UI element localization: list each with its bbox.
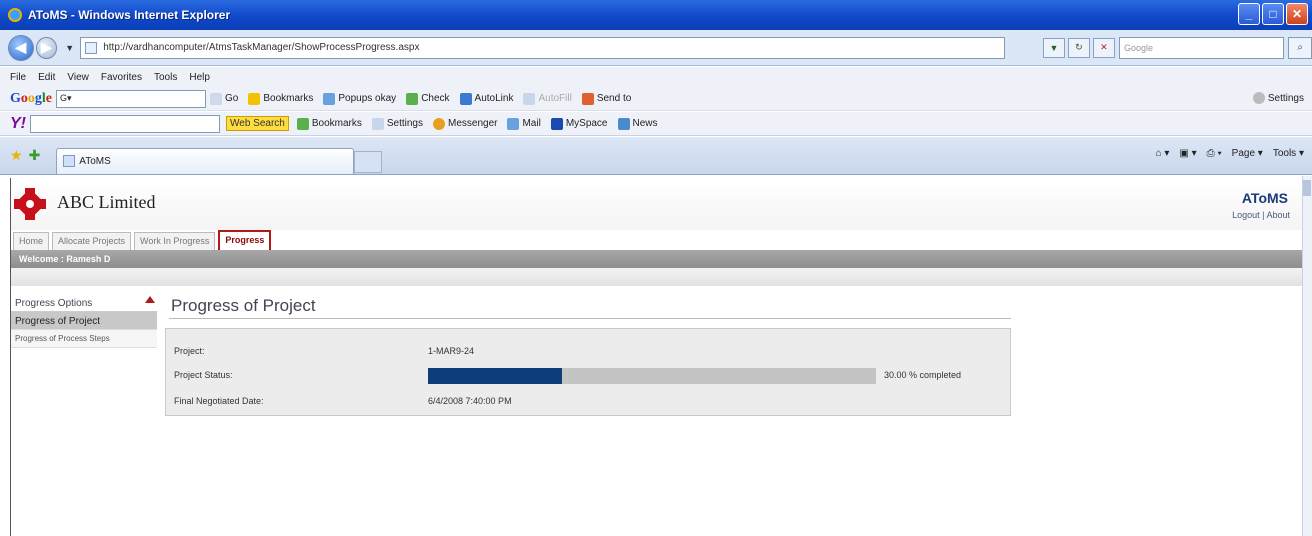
project-label: Project: — [174, 346, 205, 356]
menu-help[interactable]: Help — [189, 72, 210, 83]
google-logo: Google — [10, 90, 52, 106]
address-bar: ◀ ▶ ▼ http://vardhancomputer/AtmsTaskMan… — [0, 30, 1312, 66]
project-row: Project: 1-MAR9-24 — [166, 339, 1012, 363]
menu-tools[interactable]: Tools — [154, 72, 177, 83]
ie-icon — [8, 8, 22, 22]
yahoo-mail-button[interactable]: Mail — [507, 117, 541, 130]
window-controls: _ □ ✕ — [1238, 3, 1308, 25]
stop-icon[interactable]: ✕ — [1092, 37, 1115, 58]
dropdown-icon[interactable]: ▼ — [1042, 37, 1065, 58]
google-autolink-button[interactable]: AutoLink — [459, 92, 513, 105]
yahoo-messenger-button[interactable]: Messenger — [433, 117, 497, 130]
page-content: ABC Limited AToMS Logout | About Home Al… — [10, 178, 1304, 536]
yahoo-search-input[interactable] — [30, 114, 220, 133]
tools-menu[interactable]: Tools ▾ — [1273, 148, 1304, 159]
google-search-input[interactable]: G▾ — [56, 89, 206, 108]
print-icon[interactable]: ⎙ ▾ — [1207, 148, 1222, 159]
progress-fill — [428, 368, 563, 384]
side-menu-header[interactable]: Progress Options — [11, 294, 157, 312]
google-send-to-button[interactable]: Send to — [581, 92, 631, 105]
tab-home[interactable]: Home — [13, 232, 50, 250]
welcome-bar: Welcome : Ramesh D — [11, 250, 1304, 268]
project-value: 1-MAR9-24 — [428, 346, 475, 356]
google-toolbar: Google G▾ Go Bookmarks Popups okay Check… — [0, 87, 1312, 111]
scrollbar-thumb[interactable] — [1303, 180, 1311, 196]
company-logo-icon — [14, 188, 46, 220]
yahoo-logo: Y! — [10, 114, 26, 132]
title-divider — [169, 318, 1011, 319]
feeds-icon[interactable]: ▣ ▾ — [1179, 148, 1196, 159]
date-value: 6/4/2008 7:40:00 PM — [428, 396, 512, 406]
browser-tab-bar: ★ ✚ AToMS — [0, 137, 1312, 175]
add-favorite-icon[interactable]: ✚ — [29, 147, 41, 164]
tab-page-icon — [63, 155, 76, 167]
page-title: Progress of Project — [171, 296, 316, 315]
favorites-star-icon[interactable]: ★ — [10, 147, 23, 164]
google-popups-button[interactable]: Popups okay — [323, 92, 396, 105]
yahoo-bookmarks-button[interactable]: Bookmarks — [296, 117, 362, 130]
search-input[interactable]: Google — [1118, 36, 1285, 59]
app-tabs: Home Allocate Projects Work In Progress … — [11, 230, 272, 250]
tab-allocate-projects[interactable]: Allocate Projects — [52, 232, 132, 250]
header-links: Logout | About — [1232, 210, 1290, 220]
menu-bar: File Edit View Favorites Tools Help — [0, 67, 1312, 87]
yahoo-toolbar: Y! Web Search Bookmarks Settings Messeng… — [0, 112, 1312, 136]
status-row: Project Status: 30.00 % completed — [166, 363, 1012, 387]
menu-file[interactable]: File — [10, 72, 26, 83]
google-bookmarks-button[interactable]: Bookmarks — [248, 92, 313, 105]
forward-button[interactable]: ▶ — [35, 36, 58, 59]
google-autofill-button[interactable]: AutoFill — [523, 92, 572, 105]
menu-view[interactable]: View — [67, 72, 89, 83]
date-label: Final Negotiated Date: — [174, 396, 264, 406]
side-menu: Progress Options Progress of Project Pro… — [11, 294, 157, 348]
yahoo-settings-button[interactable]: Settings — [371, 117, 423, 130]
progress-text: 30.00 % completed — [884, 370, 962, 380]
refresh-icon[interactable]: ↻ — [1067, 37, 1090, 58]
status-label: Project Status: — [174, 370, 233, 380]
app-name: AToMS — [1241, 190, 1288, 206]
page-menu[interactable]: Page ▾ — [1232, 148, 1263, 159]
project-details-panel: Project: 1-MAR9-24 Project Status: 30.00… — [165, 328, 1011, 416]
command-bar: ⌂ ▾ ▣ ▾ ⎙ ▾ Page ▾ Tools ▾ — [1156, 148, 1304, 159]
side-item-progress-of-project[interactable]: Progress of Project — [11, 312, 157, 330]
date-row: Final Negotiated Date: 6/4/2008 7:40:00 … — [166, 389, 1012, 413]
history-dropdown-icon[interactable]: ▼ — [65, 43, 74, 53]
close-button[interactable]: ✕ — [1286, 3, 1308, 25]
sub-band — [11, 268, 1304, 286]
window-titlebar: AToMS - Windows Internet Explorer _ □ ✕ — [0, 0, 1312, 30]
tab-progress[interactable]: Progress — [218, 230, 272, 250]
google-check-button[interactable]: Check — [406, 92, 450, 105]
yahoo-news-button[interactable]: News — [617, 117, 658, 130]
app-header: ABC Limited AToMS Logout | About — [11, 178, 1304, 230]
google-settings-button[interactable]: Settings — [1252, 92, 1304, 104]
progress-bar — [428, 368, 876, 384]
address-tools: ▼ ↻ ✕ — [1042, 37, 1115, 58]
logout-link[interactable]: Logout — [1232, 210, 1260, 220]
window-title: AToMS - Windows Internet Explorer — [28, 8, 231, 22]
vertical-scrollbar[interactable] — [1302, 176, 1312, 536]
back-button[interactable]: ◀ — [8, 34, 34, 61]
yahoo-myspace-button[interactable]: MySpace — [550, 117, 608, 130]
side-item-progress-of-process-steps[interactable]: Progress of Process Steps — [11, 330, 157, 348]
tab-work-in-progress[interactable]: Work In Progress — [134, 232, 216, 250]
menu-edit[interactable]: Edit — [38, 72, 55, 83]
search-icon[interactable]: ⌕ — [1288, 36, 1312, 59]
yahoo-web-search-button[interactable]: Web Search — [226, 116, 289, 131]
minimize-button[interactable]: _ — [1238, 3, 1260, 25]
company-name: ABC Limited — [57, 192, 156, 212]
maximize-button[interactable]: □ — [1262, 3, 1284, 25]
browser-tab-atoms[interactable]: AToMS — [56, 147, 355, 174]
home-icon[interactable]: ⌂ ▾ — [1156, 148, 1170, 159]
about-link[interactable]: About — [1266, 210, 1290, 220]
new-tab-button[interactable] — [354, 150, 383, 173]
menu-favorites[interactable]: Favorites — [101, 72, 142, 83]
page-icon — [85, 41, 98, 54]
url-text: http://vardhancomputer/AtmsTaskManager/S… — [103, 42, 420, 53]
google-go-button[interactable]: Go — [210, 92, 238, 105]
url-field[interactable]: http://vardhancomputer/AtmsTaskManager/S… — [80, 36, 1005, 59]
